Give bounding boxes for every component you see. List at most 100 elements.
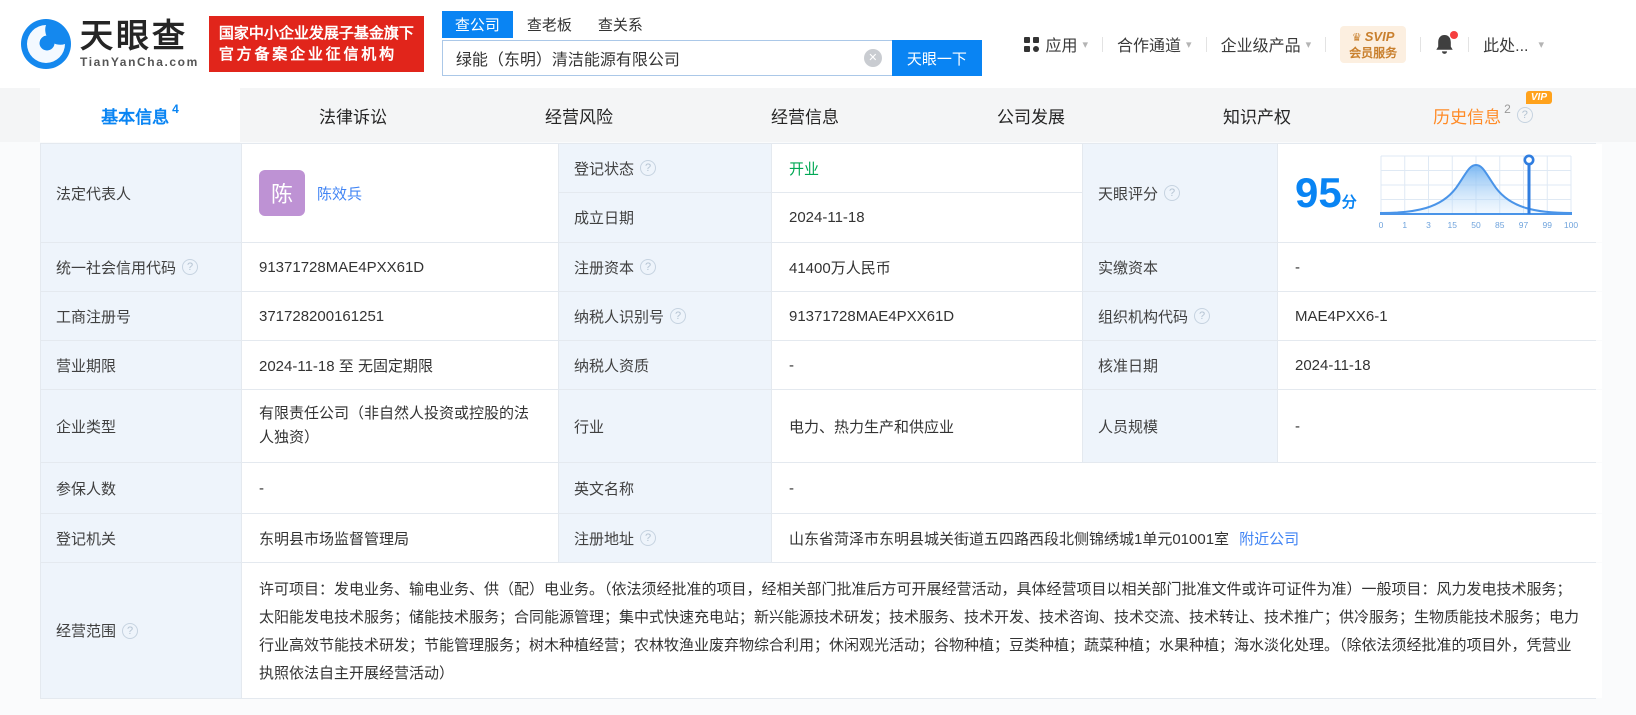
tab-basic-info-label: 基本信息 — [101, 107, 170, 127]
field-value-uscc: 91371728MAE4PXX61D — [242, 243, 558, 291]
field-value-registered-capital: 41400万人民币 — [772, 243, 1082, 291]
field-label-registered-address: 注册地址 — [559, 514, 771, 562]
score-number: 95 — [1295, 169, 1342, 216]
nav-channel-label: 合作通道 — [1117, 38, 1182, 55]
svg-text:50: 50 — [1471, 220, 1481, 230]
tianyancha-logo-icon — [21, 19, 71, 69]
field-value-tianyan-score: 95分 0 1 3 15 50 85 97 99 100 — [1278, 144, 1602, 242]
field-label-industry: 行业 — [559, 390, 771, 462]
help-icon[interactable] — [640, 259, 657, 275]
svip-member-button[interactable]: SVIP 会员服务 — [1340, 25, 1407, 63]
section-tabbar: 基本信息 4 法律诉讼 经营风险 经营信息 公司发展 知识产权 VIP 历史信息… — [0, 88, 1636, 142]
svg-text:3: 3 — [1426, 220, 1431, 230]
search-button[interactable]: 天眼一下 — [891, 40, 982, 76]
divider — [1102, 36, 1104, 52]
avatar[interactable]: 陈 — [259, 170, 305, 216]
field-value-taxpayer-qualification: - — [772, 341, 1082, 389]
field-value-business-scope: 许可项目：发电业务、输电业务、供（配）电业务。（依法须经批准的项目，经相关部门批… — [242, 563, 1602, 698]
brand-name: 天眼查 — [80, 17, 188, 54]
header-nav: 应用 合作通道 企业级产品 SVIP 会员服务 此处... — [1024, 25, 1636, 63]
field-label-registration-status: 登记状态 — [559, 144, 771, 192]
chevron-down-icon — [1186, 38, 1192, 51]
divider — [1468, 36, 1470, 52]
field-value-insured-count: - — [242, 463, 558, 513]
field-label-staff-size: 人员规模 — [1083, 390, 1277, 462]
svg-text:99: 99 — [1542, 220, 1552, 230]
divider — [1325, 36, 1327, 52]
notification-dot — [1450, 30, 1459, 39]
tab-business-info[interactable]: 经营信息 — [692, 88, 918, 142]
score-axis-labels: 0 1 3 15 50 85 97 99 100 — [1378, 220, 1578, 230]
field-label-registered-capital: 注册资本 — [559, 243, 771, 291]
chevron-down-icon — [1082, 38, 1088, 51]
field-value-registration-status: 开业 — [772, 144, 1082, 192]
field-value-legal-representative: 陈 陈效兵 — [242, 144, 558, 242]
certification-line1: 国家中小企业发展子基金旗下 — [218, 25, 414, 42]
search-input[interactable] — [441, 40, 892, 76]
tab-legal-proceedings[interactable]: 法律诉讼 — [240, 88, 466, 142]
clear-search-icon[interactable] — [863, 49, 882, 67]
help-icon[interactable] — [182, 259, 199, 275]
notifications-button[interactable] — [1435, 30, 1459, 55]
field-label-english-name: 英文名称 — [559, 463, 771, 513]
svg-text:97: 97 — [1519, 220, 1529, 230]
tab-basic-info[interactable]: 基本信息 4 — [40, 88, 240, 142]
tab-history-info[interactable]: VIP 历史信息 2 — [1370, 88, 1596, 142]
field-label-legal-representative: 法定代表人 — [41, 144, 241, 242]
search-tabs: 查公司 查老板 查关系 — [441, 11, 982, 38]
score-bell-curve — [1379, 163, 1572, 215]
nav-cooperation-channel[interactable]: 合作通道 — [1117, 32, 1192, 56]
certification-line2: 官方备案企业征信机构 — [218, 46, 397, 63]
field-label-registration-number: 工商注册号 — [41, 292, 241, 340]
divider — [1205, 36, 1207, 52]
field-label-insured-count: 参保人数 — [41, 463, 241, 513]
nav-products-label: 企业级产品 — [1220, 38, 1301, 55]
score-unit: 分 — [1341, 194, 1357, 211]
help-icon[interactable] — [122, 622, 139, 639]
tab-company-development[interactable]: 公司发展 — [918, 88, 1144, 142]
field-value-registration-authority: 东明县市场监督管理局 — [242, 514, 558, 562]
field-label-establish-date: 成立日期 — [559, 193, 771, 242]
nav-apps[interactable]: 应用 — [1024, 32, 1088, 56]
help-icon[interactable] — [670, 308, 687, 324]
account-label: 此处... — [1483, 38, 1529, 55]
field-label-approval-date: 核准日期 — [1083, 341, 1277, 389]
vip-tag: VIP — [1525, 91, 1552, 104]
tab-business-risk[interactable]: 经营风险 — [466, 88, 692, 142]
legal-representative-link[interactable]: 陈效兵 — [317, 183, 362, 204]
help-icon[interactable] — [640, 530, 657, 546]
field-value-taxpayer-id: 91371728MAE4PXX61D — [772, 292, 1082, 340]
field-label-company-type: 企业类型 — [41, 390, 241, 462]
field-value-english-name: - — [772, 463, 1602, 513]
field-value-establish-date: 2024-11-18 — [772, 193, 1082, 242]
account-menu[interactable]: 此处... — [1483, 32, 1544, 56]
nav-enterprise-products[interactable]: 企业级产品 — [1221, 32, 1312, 56]
field-label-paid-in-capital: 实缴资本 — [1083, 243, 1277, 291]
help-icon[interactable] — [640, 160, 657, 176]
field-label-tianyan-score: 天眼评分 — [1083, 144, 1277, 242]
svip-label: SVIP — [1349, 29, 1397, 46]
chevron-down-icon — [1538, 38, 1544, 51]
nav-apps-label: 应用 — [1045, 38, 1078, 55]
help-icon[interactable] — [1164, 185, 1181, 201]
search-tab-boss[interactable]: 查老板 — [527, 11, 572, 38]
field-label-registration-authority: 登记机关 — [41, 514, 241, 562]
nearby-companies-link[interactable]: 附近公司 — [1239, 528, 1299, 549]
field-value-business-term: 2024-11-18 至 无固定期限 — [242, 341, 558, 389]
field-value-approval-date: 2024-11-18 — [1278, 341, 1602, 389]
search-tab-relation[interactable]: 查关系 — [598, 11, 643, 38]
help-icon[interactable] — [1194, 308, 1211, 324]
field-label-taxpayer-qualification: 纳税人资质 — [559, 341, 771, 389]
svg-text:0: 0 — [1378, 220, 1383, 230]
search-tab-company[interactable]: 查公司 — [441, 11, 513, 38]
tab-intellectual-property[interactable]: 知识产权 — [1144, 88, 1370, 142]
score-chart: 0 1 3 15 50 85 97 99 100 — [1378, 154, 1578, 230]
tab-basic-info-count: 4 — [172, 102, 179, 116]
field-label-org-code: 组织机构代码 — [1083, 292, 1277, 340]
tianyancha-logo[interactable]: 天眼查 TianYanCha.com — [20, 18, 199, 70]
field-value-paid-in-capital: - — [1278, 243, 1602, 291]
field-value-registered-address: 山东省菏泽市东明县城关街道五四路西段北侧锦绣城1单元01001室 附近公司 — [772, 514, 1602, 562]
chevron-down-icon — [1306, 38, 1312, 51]
basic-info-section: 法定代表人 陈 陈效兵 登记状态 开业 成立日期 2024-11-18 天眼评分… — [0, 142, 1636, 715]
help-icon[interactable] — [1516, 107, 1533, 123]
